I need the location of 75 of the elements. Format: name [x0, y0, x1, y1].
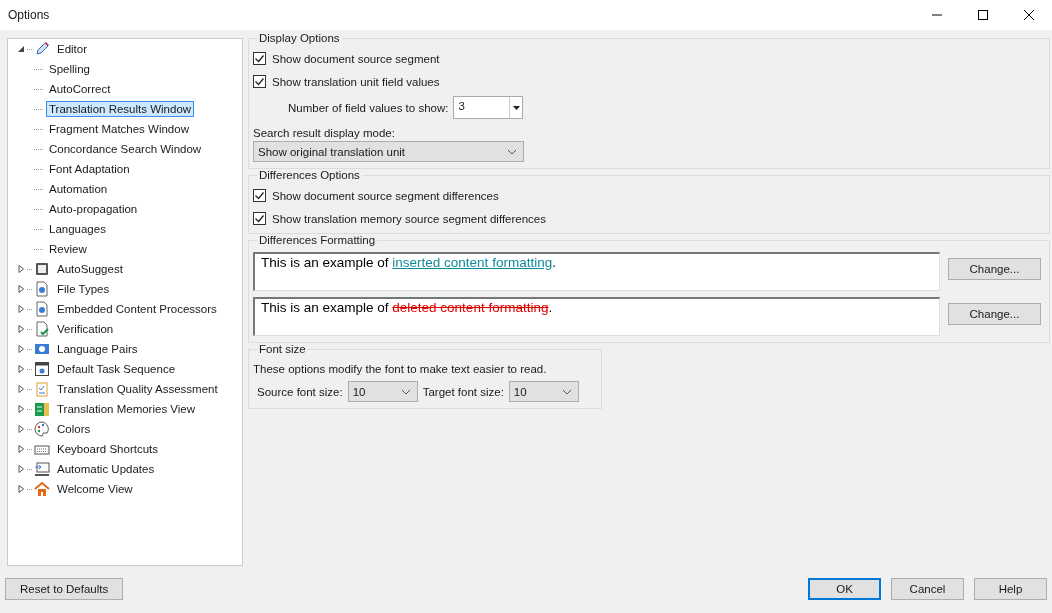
checkbox[interactable] — [253, 212, 266, 225]
group-title: Display Options — [257, 32, 342, 44]
checkbox-label: Show document source segment — [272, 52, 440, 65]
tree-item[interactable]: Verification — [54, 321, 117, 337]
source-font-size-dropdown[interactable]: 10 — [347, 381, 418, 402]
change-button[interactable]: Change... — [948, 258, 1041, 280]
tree-item[interactable]: Translation Results Window — [46, 101, 195, 117]
font-size-description: These options modify the font to make text easier to read. — [253, 363, 548, 375]
tree-item[interactable]: AutoCorrect — [46, 81, 114, 97]
target-font-size-dropdown[interactable]: 10 — [508, 381, 579, 402]
group-title: Font size — [257, 343, 308, 355]
cancel-button[interactable]: Cancel — [891, 578, 964, 600]
expand-icon[interactable] — [17, 385, 25, 393]
checkbox-label: Show translation unit field values — [272, 75, 440, 88]
expand-icon[interactable] — [17, 425, 25, 433]
checkbox[interactable] — [253, 75, 266, 88]
change-button[interactable]: Change... — [948, 303, 1041, 325]
clipboard-icon — [34, 381, 50, 397]
tree-item[interactable]: Translation Memories View — [54, 401, 199, 417]
group-title: Differences Options — [257, 169, 362, 181]
pencil-icon — [34, 41, 50, 57]
group-title: Differences Formatting — [257, 234, 378, 246]
expand-icon[interactable] — [17, 445, 25, 453]
search-mode-label: Search result display mode: — [253, 127, 396, 139]
chevron-down-icon — [400, 388, 411, 395]
target-font-size-label: Target font size: — [422, 385, 504, 398]
checked-document-icon — [34, 321, 50, 337]
help-button[interactable]: Help — [974, 578, 1047, 600]
tree-item[interactable]: Review — [46, 241, 90, 257]
tree-item[interactable]: Auto-propagation — [46, 201, 141, 217]
reset-to-defaults-button[interactable]: Reset to Defaults — [5, 578, 124, 600]
tree-item[interactable]: Font Adaptation — [46, 161, 133, 177]
tree-item[interactable]: File Types — [54, 281, 113, 297]
expand-icon[interactable] — [17, 285, 25, 293]
tree-item[interactable]: Languages — [46, 221, 109, 237]
expand-icon[interactable] — [17, 465, 25, 473]
tree-item[interactable]: Fragment Matches Window — [46, 121, 192, 137]
expand-icon[interactable] — [17, 485, 25, 493]
house-icon — [34, 481, 50, 497]
computer-icon — [34, 461, 50, 477]
dropdown-arrow-icon — [512, 105, 520, 110]
expand-icon[interactable] — [17, 365, 25, 373]
tree-item[interactable]: Language Pairs — [54, 341, 141, 357]
tree-item[interactable]: Automation — [46, 181, 111, 197]
tree-item[interactable]: Welcome View — [54, 481, 136, 497]
expand-icon[interactable] — [17, 405, 25, 413]
checkbox[interactable] — [253, 52, 266, 65]
tree-item[interactable]: Spelling — [46, 61, 93, 77]
tree-item[interactable]: Embedded Content Processors — [54, 301, 220, 317]
ok-button[interactable]: OK — [808, 578, 881, 600]
window-title: Options — [8, 8, 50, 22]
tree-item[interactable]: Keyboard Shortcuts — [54, 441, 161, 457]
checkbox-label: Show translation memory source segment differences — [272, 212, 546, 225]
palette-icon — [34, 421, 50, 437]
source-font-size-label: Source font size: — [257, 385, 343, 398]
tree-item[interactable]: Editor — [54, 41, 91, 57]
expand-icon[interactable] — [17, 325, 25, 333]
field-count-label: Number of field values to show: — [288, 101, 449, 114]
expand-icon[interactable] — [17, 345, 25, 353]
tree-item[interactable]: Default Task Sequence — [54, 361, 179, 377]
expand-icon[interactable] — [17, 305, 25, 313]
tree-item[interactable]: Translation Quality Assessment — [54, 381, 221, 397]
tree-item[interactable]: Colors — [54, 421, 94, 437]
search-mode-dropdown[interactable]: Show original translation unit — [253, 141, 524, 162]
checkbox[interactable] — [253, 189, 266, 202]
chevron-down-icon — [561, 388, 572, 395]
tree-item[interactable]: AutoSuggest — [54, 261, 126, 277]
field-count-combo[interactable]: 3 — [453, 96, 524, 119]
tree-item[interactable]: Automatic Updates — [54, 461, 158, 477]
grid-icon — [34, 401, 50, 417]
collapse-icon[interactable] — [17, 45, 25, 53]
tree-item[interactable]: Concordance Search Window — [46, 141, 205, 157]
expand-icon[interactable] — [17, 265, 25, 273]
chevron-down-icon — [507, 148, 517, 155]
checkbox-label: Show document source segment differences — [272, 189, 499, 202]
